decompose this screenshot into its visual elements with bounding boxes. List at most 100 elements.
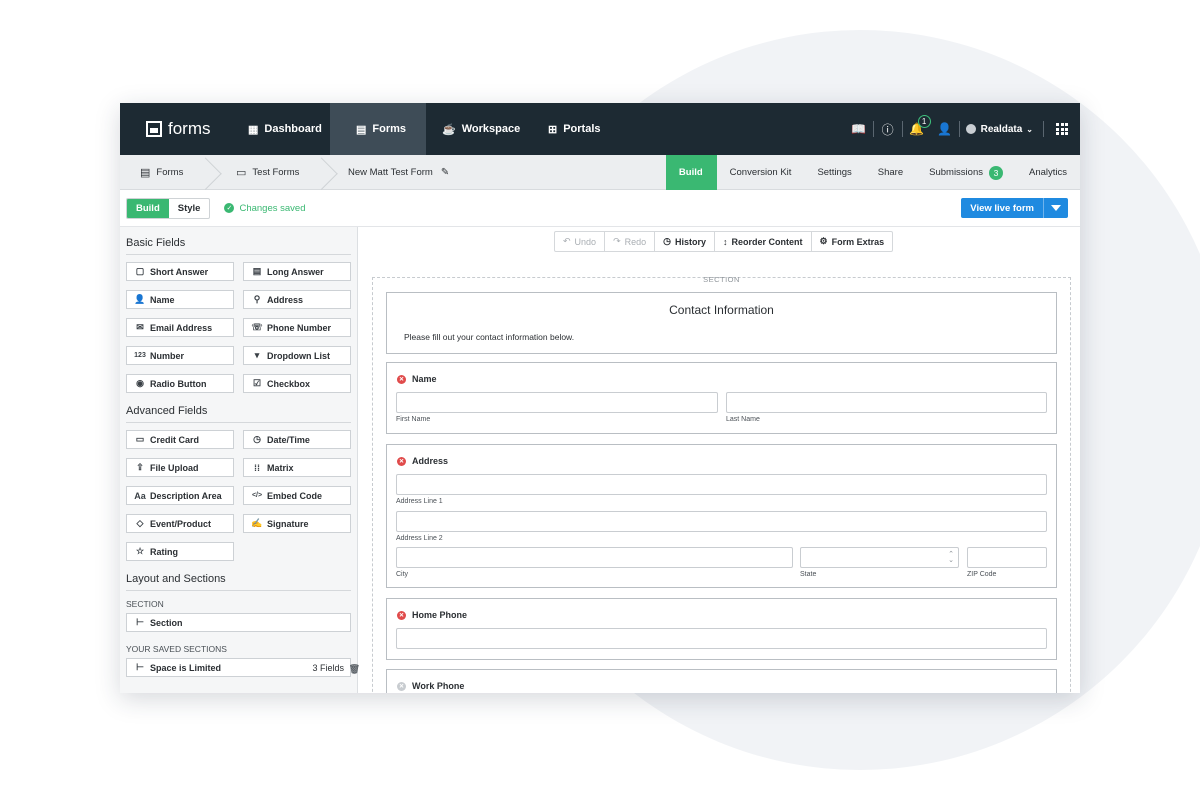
form-extras-label: Form Extras <box>831 236 885 247</box>
optional-x-icon: ✕ <box>397 681 406 691</box>
live-form-dropdown-button[interactable] <box>1043 198 1068 218</box>
help-book-icon[interactable]: 📖 <box>845 103 873 155</box>
field-short-answer[interactable]: ▢ Short Answer <box>126 262 234 281</box>
first-name-input[interactable] <box>396 392 718 413</box>
breadcrumb-folder-label: Test Forms <box>252 166 300 178</box>
forms-logo-icon <box>146 121 162 137</box>
app-window: forms ▦ Dashboard ▤ Forms ☕ Workspace ⊞ … <box>120 103 1080 693</box>
form-canvas: ↶ Undo ↷ Redo ◷ History ↕ Reorder Content ⚙ F… <box>359 227 1080 693</box>
breadcrumb-forms[interactable]: ▤ Forms <box>120 155 198 190</box>
name-field-label: Name <box>412 374 437 384</box>
short-answer-icon: ▢ <box>135 266 145 276</box>
star-icon: ☆ <box>135 546 145 556</box>
nav-dashboard[interactable]: ▦ Dashboard <box>234 103 330 155</box>
mode-toggle: Build Style <box>126 197 211 219</box>
tab-submissions[interactable]: Submissions 3 <box>916 155 1016 190</box>
field-label: Embed Code <box>267 490 323 501</box>
tab-analytics[interactable]: Analytics <box>1016 155 1080 190</box>
address-line2-input[interactable] <box>396 511 1047 532</box>
user-profile-icon[interactable]: 👤 <box>931 103 959 155</box>
build-mode-button[interactable]: Build <box>127 198 169 218</box>
field-label: Long Answer <box>267 266 324 277</box>
field-date-time[interactable]: ◷ Date/Time <box>243 430 351 449</box>
notification-badge: 1 <box>917 115 931 128</box>
saved-section-item[interactable]: ⊢ Space is Limited 3 Fields 🗑 <box>126 658 360 677</box>
field-matrix[interactable]: ⁞⁞ Matrix <box>243 458 351 477</box>
field-address[interactable]: ⚲ Address <box>243 290 351 309</box>
field-name[interactable]: 👤 Name <box>126 290 234 309</box>
field-credit-card[interactable]: ▭ Credit Card <box>126 430 234 449</box>
tab-settings[interactable]: Settings <box>804 155 864 190</box>
address-field-card[interactable]: ✕ Address Address Line 1 Address Line 2 C… <box>386 444 1057 588</box>
home-phone-heading: ✕ Home Phone <box>397 610 467 620</box>
brand-logo[interactable]: forms <box>120 119 234 139</box>
field-signature[interactable]: ✍ Signature <box>243 514 351 533</box>
field-label: Email Address <box>150 322 213 333</box>
number-icon: 123 <box>134 352 146 359</box>
work-phone-field-card[interactable]: ✕ Work Phone <box>386 669 1057 693</box>
undo-button[interactable]: ↶ Undo <box>555 232 606 251</box>
tab-build[interactable]: Build <box>665 155 717 190</box>
credit-card-icon: ▭ <box>135 434 145 444</box>
field-rating[interactable]: ☆ Rating <box>126 542 234 561</box>
form-tabs: Build Conversion Kit Settings Share Subm… <box>665 155 1080 190</box>
section-header-card[interactable]: Contact Information Please fill out your… <box>386 292 1057 354</box>
saved-sections-subheading: YOUR SAVED SECTIONS <box>126 644 227 654</box>
field-section[interactable]: ⊢ Section <box>126 613 351 632</box>
breadcrumb-bar: ▤ Forms ▭ Test Forms New Matt Test Form … <box>120 155 1080 190</box>
pencil-icon[interactable]: ✎ <box>441 167 449 178</box>
tab-conversion-kit[interactable]: Conversion Kit <box>717 155 805 190</box>
top-navigation: forms ▦ Dashboard ▤ Forms ☕ Workspace ⊞ … <box>120 103 1080 155</box>
field-label: Short Answer <box>150 266 209 277</box>
redo-button[interactable]: ↷ Redo <box>605 232 656 251</box>
home-phone-field-card[interactable]: ✕ Home Phone <box>386 598 1057 660</box>
field-radio[interactable]: ◉ Radio Button <box>126 374 234 393</box>
field-phone[interactable]: ☏ Phone Number <box>243 318 351 337</box>
style-mode-button[interactable]: Style <box>169 199 210 218</box>
address-line1-input[interactable] <box>396 474 1047 495</box>
city-input[interactable] <box>396 547 793 568</box>
view-live-form-button[interactable]: View live form <box>961 198 1043 218</box>
tag-icon: ◇ <box>136 518 144 528</box>
field-number[interactable]: 123 Number <box>126 346 234 365</box>
info-icon[interactable]: ⓘ <box>874 103 902 155</box>
basic-fields-heading: Basic Fields <box>126 237 351 255</box>
tab-share[interactable]: Share <box>865 155 916 190</box>
field-label: Address <box>267 294 304 305</box>
nav-workspace[interactable]: ☕ Workspace <box>426 103 532 155</box>
home-phone-input[interactable] <box>396 628 1047 649</box>
field-event-product[interactable]: ◇ Event/Product <box>126 514 234 533</box>
account-menu[interactable]: Realdata ⌄ <box>960 124 1043 135</box>
field-label: Section <box>150 617 183 628</box>
field-label: Description Area <box>150 490 222 501</box>
last-name-input[interactable] <box>726 392 1047 413</box>
nav-dashboard-label: Dashboard <box>264 123 322 135</box>
zip-input[interactable] <box>967 547 1047 568</box>
field-label: File Upload <box>150 462 199 473</box>
field-embed-code[interactable]: </> Embed Code <box>243 486 351 505</box>
app-grid-icon[interactable] <box>1044 103 1080 155</box>
field-description-area[interactable]: Aa Description Area <box>126 486 234 505</box>
section-description: Please fill out your contact information… <box>404 332 575 342</box>
state-select[interactable]: ⌃ ⌄ <box>800 547 959 568</box>
breadcrumb-folder[interactable]: ▭ Test Forms <box>208 155 314 190</box>
required-x-icon: ✕ <box>397 374 406 384</box>
history-button[interactable]: ◷ History <box>655 232 715 251</box>
notifications-bell-icon[interactable]: 🔔 1 <box>903 103 931 155</box>
field-dropdown[interactable]: ▾ Dropdown List <box>243 346 351 365</box>
section-subheading: SECTION <box>126 599 164 609</box>
field-file-upload[interactable]: ⇪ File Upload <box>126 458 234 477</box>
select-arrows-icon: ⌃ ⌄ <box>948 551 954 564</box>
reorder-content-button[interactable]: ↕ Reorder Content <box>715 232 812 251</box>
form-extras-button[interactable]: ⚙ Form Extras <box>812 232 893 251</box>
dashboard-icon: ▦ <box>248 123 259 136</box>
field-email[interactable]: ✉ Email Address <box>126 318 234 337</box>
field-long-answer[interactable]: ▤ Long Answer <box>243 262 351 281</box>
breadcrumb-separator <box>198 155 208 190</box>
nav-forms[interactable]: ▤ Forms <box>330 103 426 155</box>
section-title: Contact Information <box>669 303 774 317</box>
name-field-heading: ✕ Name <box>397 374 437 384</box>
field-checkbox[interactable]: ☑ Checkbox <box>243 374 351 393</box>
name-field-card[interactable]: ✕ Name First Name Last Name <box>386 362 1057 434</box>
nav-portals[interactable]: ⊞ Portals <box>532 103 622 155</box>
